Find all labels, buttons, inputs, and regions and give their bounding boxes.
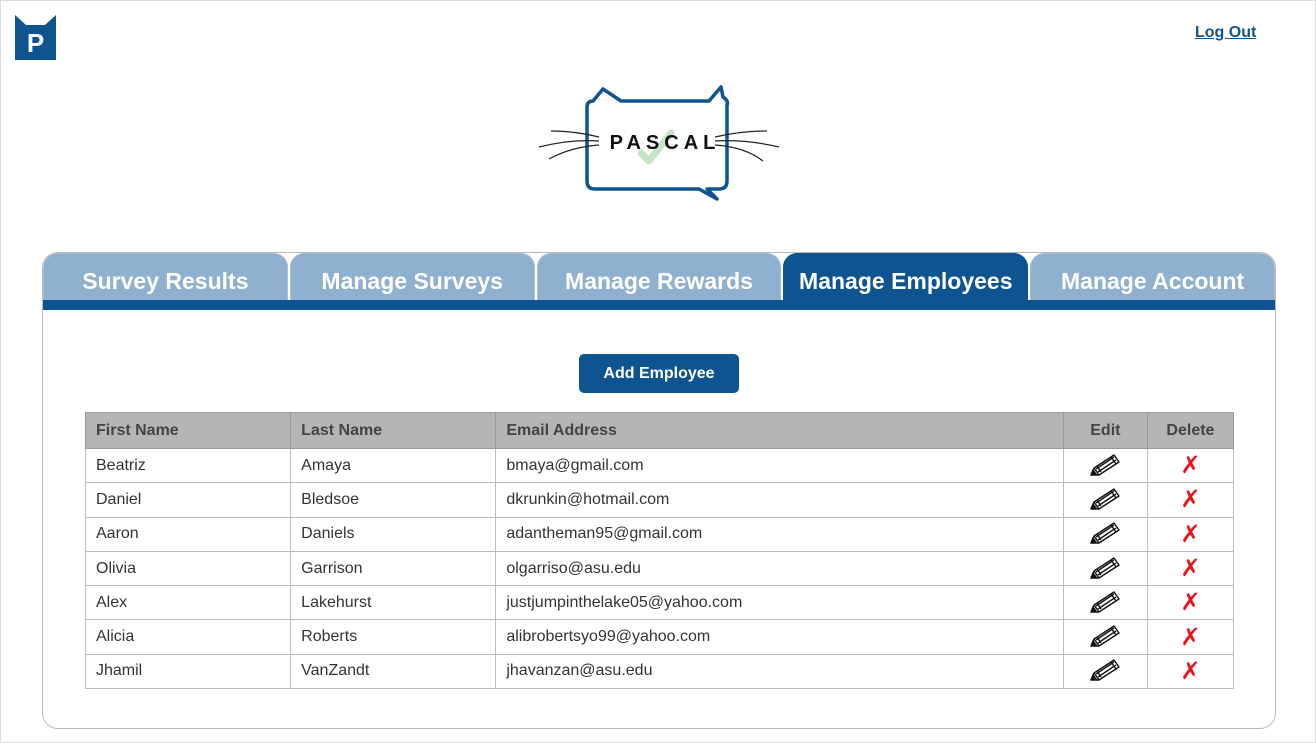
table-row: Daniel Bledsoe dkrunkin@hotmail.com ✗: [84, 482, 1235, 518]
edit-cell: [1062, 619, 1148, 655]
edit-cell: [1062, 516, 1148, 552]
table-row: Alex Lakehurst justjumpinthelake05@yahoo…: [84, 585, 1235, 621]
brand-name: PASCAL: [609, 132, 721, 154]
column-header-email: Email Address: [495, 412, 1064, 449]
delete-cell: ✗: [1146, 585, 1235, 621]
red-x-icon[interactable]: ✗: [1180, 520, 1200, 548]
pencil-icon[interactable]: [1087, 658, 1123, 684]
delete-cell: ✗: [1146, 447, 1235, 484]
delete-cell: ✗: [1146, 550, 1235, 587]
red-x-icon[interactable]: ✗: [1180, 657, 1200, 685]
add-employee-button[interactable]: Add Employee: [579, 354, 739, 393]
email-cell: jhavanzan@asu.edu: [495, 653, 1064, 690]
edit-cell: [1062, 653, 1148, 690]
page: P Log Out PASCAL Survey Results Manage S…: [0, 0, 1316, 743]
first-name-cell: Beatriz: [84, 447, 292, 484]
column-header-delete: Delete: [1146, 412, 1235, 449]
first-name-cell: Olivia: [84, 550, 292, 587]
tab-manage-account[interactable]: Manage Account: [1030, 253, 1275, 301]
last-name-cell: Roberts: [290, 619, 497, 655]
first-name-cell: Aaron: [84, 516, 292, 552]
red-x-icon[interactable]: ✗: [1180, 588, 1200, 616]
column-header-first-name: First Name: [84, 412, 292, 449]
email-cell: olgarriso@asu.edu: [495, 550, 1064, 587]
column-header-edit: Edit: [1062, 412, 1148, 449]
edit-cell: [1062, 447, 1148, 484]
svg-text:P: P: [27, 28, 44, 58]
edit-cell: [1062, 550, 1148, 587]
email-cell: alibrobertsyo99@yahoo.com: [495, 619, 1064, 655]
first-name-cell: Alicia: [84, 619, 292, 655]
last-name-cell: Garrison: [290, 550, 497, 587]
main-panel: Survey Results Manage Surveys Manage Rew…: [42, 252, 1276, 729]
last-name-cell: VanZandt: [290, 653, 497, 690]
red-x-icon[interactable]: ✗: [1180, 623, 1200, 651]
last-name-cell: Bledsoe: [290, 482, 497, 518]
table-row: Alicia Roberts alibrobertsyo99@yahoo.com…: [84, 619, 1235, 655]
email-cell: bmaya@gmail.com: [495, 447, 1064, 484]
logout-link[interactable]: Log Out: [1195, 24, 1256, 42]
pencil-icon[interactable]: [1087, 590, 1123, 616]
delete-cell: ✗: [1146, 482, 1235, 518]
red-x-icon[interactable]: ✗: [1180, 554, 1200, 582]
tab-manage-rewards[interactable]: Manage Rewards: [536, 253, 782, 301]
pencil-icon[interactable]: [1087, 521, 1123, 547]
last-name-cell: Daniels: [290, 516, 497, 552]
delete-cell: ✗: [1146, 653, 1235, 690]
column-header-last-name: Last Name: [290, 412, 497, 449]
red-x-icon[interactable]: ✗: [1180, 451, 1200, 479]
tab-manage-surveys[interactable]: Manage Surveys: [289, 253, 535, 301]
delete-cell: ✗: [1146, 516, 1235, 552]
table-row: Beatriz Amaya bmaya@gmail.com ✗: [84, 447, 1235, 484]
red-x-icon[interactable]: ✗: [1180, 485, 1200, 513]
pencil-icon[interactable]: [1087, 487, 1123, 513]
tab-bar: Survey Results Manage Surveys Manage Rew…: [43, 253, 1275, 301]
table-header-row: First Name Last Name Email Address Edit …: [84, 412, 1235, 449]
tab-underline: [43, 300, 1275, 310]
email-cell: adantheman95@gmail.com: [495, 516, 1064, 552]
pencil-icon[interactable]: [1087, 453, 1123, 479]
table-row: Olivia Garrison olgarriso@asu.edu ✗: [84, 550, 1235, 587]
brand-logo: PASCAL: [531, 75, 787, 203]
last-name-cell: Amaya: [290, 447, 497, 484]
edit-cell: [1062, 482, 1148, 518]
email-cell: justjumpinthelake05@yahoo.com: [495, 585, 1064, 621]
pencil-icon[interactable]: [1087, 556, 1123, 582]
email-cell: dkrunkin@hotmail.com: [495, 482, 1064, 518]
table-row: Jhamil VanZandt jhavanzan@asu.edu ✗: [84, 653, 1235, 690]
last-name-cell: Lakehurst: [290, 585, 497, 621]
employee-table: First Name Last Name Email Address Edit …: [84, 412, 1235, 690]
tab-survey-results[interactable]: Survey Results: [43, 253, 288, 301]
tab-manage-employees[interactable]: Manage Employees: [783, 253, 1029, 301]
table-row: Aaron Daniels adantheman95@gmail.com ✗: [84, 516, 1235, 552]
pencil-icon[interactable]: [1087, 624, 1123, 650]
first-name-cell: Jhamil: [84, 653, 292, 690]
first-name-cell: Daniel: [84, 482, 292, 518]
edit-cell: [1062, 585, 1148, 621]
first-name-cell: Alex: [84, 585, 292, 621]
app-logo-icon[interactable]: P: [14, 14, 57, 61]
delete-cell: ✗: [1146, 619, 1235, 655]
